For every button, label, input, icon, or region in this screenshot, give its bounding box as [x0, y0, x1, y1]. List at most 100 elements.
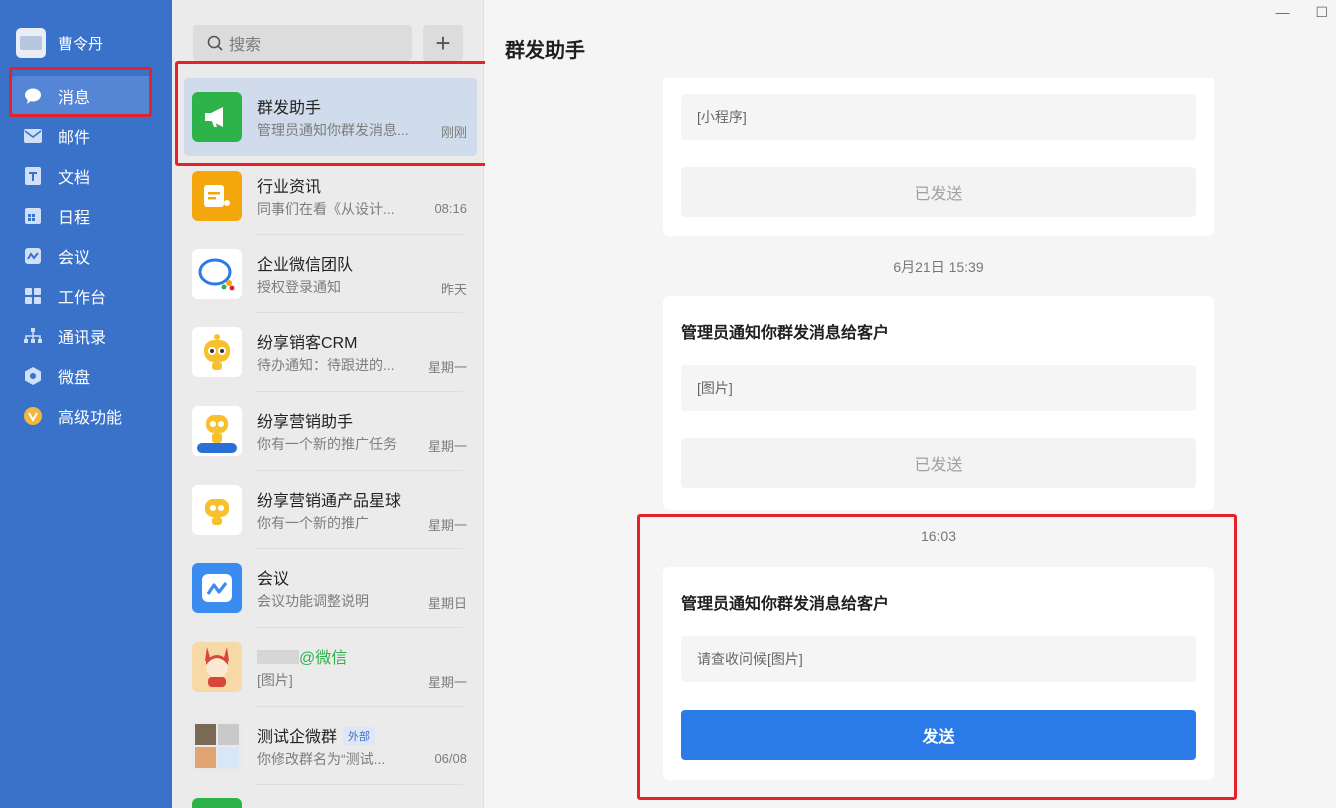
list-item[interactable]: 企业微信团队 授权登录通知 昨天 [184, 235, 477, 313]
sidebar-item-label: 微盘 [58, 370, 91, 387]
conversation-time: 昨天 [440, 282, 467, 297]
sidebar-item-messages[interactable]: 消息 [12, 76, 152, 116]
conversation-name: 群发助手 [257, 100, 322, 117]
sidebar-item-label: 日程 [58, 210, 91, 227]
sent-status: 已发送 [681, 438, 1196, 488]
external-tag: 外部 [343, 727, 376, 745]
conversation-name: 企业微信团队 [257, 257, 354, 274]
timestamp: 6月21日 15:39 [893, 259, 984, 275]
meeting-icon [192, 563, 242, 613]
message-content: [图片] [681, 365, 1196, 411]
conversation-preview: 你修改群名为“测试... [257, 751, 386, 767]
card-title: 管理员通知你群发消息给客户 [681, 325, 890, 342]
conversation-preview: 你有一个新的推广 [257, 515, 369, 531]
list-item[interactable]: 纷享营销助手 你有一个新的推广任务 星期一 [184, 392, 477, 470]
robot-icon [192, 485, 242, 535]
conversation-time: 星期日 [427, 596, 467, 611]
profile-name: 曹令丹 [58, 35, 104, 53]
conversation-time: 星期一 [427, 518, 467, 533]
avatar [192, 642, 242, 692]
sidebar-item-label: 通讯录 [58, 330, 107, 347]
drive-icon [24, 367, 42, 385]
conversation-preview: 管理员通知你群发消息... [257, 122, 409, 138]
conversation-name: 行业资讯 [257, 179, 322, 196]
conversation-time: 刚刚 [440, 125, 467, 140]
conversation-time: 06/08 [434, 751, 467, 766]
conversation-preview: 你有一个新的推广任务 [257, 436, 397, 452]
sidebar-item-label: 高级功能 [58, 410, 123, 427]
message-card: 管理员通知你群发消息给客户 请查收问候[图片] 发送 [663, 567, 1214, 780]
sidebar: 曹令丹 消息 邮件 文档 日程 会议 工作台 通讯录 微盘 高级功能 [0, 0, 172, 808]
sidebar-item-meetings[interactable]: 会议 [12, 236, 152, 276]
conversation-name: 会议 [257, 571, 290, 588]
minimize-icon[interactable]: — [1275, 4, 1289, 21]
chat-bubble-icon [24, 87, 42, 105]
list-item[interactable]: 会议 会议功能调整说明 星期日 [184, 549, 477, 627]
conversation-time: 08:16 [434, 201, 467, 216]
conversation-preview: [图片] [257, 672, 293, 688]
conversation-list: 搜索 + 群发助手 管理员通知你群发消息... 刚刚 行业资讯 同事们在看《从设… [172, 0, 484, 808]
conversation-name: 纷享营销通产品星球 [257, 493, 402, 510]
sidebar-item-label: 邮件 [58, 130, 91, 147]
list-item[interactable]: 行业资讯 同事们在看《从设计... 08:16 [184, 157, 477, 235]
page-title: 群发助手 [505, 40, 585, 62]
sidebar-item-premium[interactable]: 高级功能 [12, 396, 152, 436]
list-item[interactable] [184, 786, 477, 808]
list-item[interactable]: 测试企微群 外部 你修改群名为“测试... 06/08 [184, 707, 477, 785]
conversation-preview: 会议功能调整说明 [257, 593, 369, 609]
search-placeholder: 搜索 [229, 37, 262, 54]
timestamp: 16:03 [920, 528, 957, 544]
conversation-time: 星期一 [427, 675, 467, 690]
robot-icon [192, 327, 242, 377]
conversation-time: 星期一 [427, 360, 467, 375]
org-chart-icon [24, 327, 42, 345]
add-button[interactable]: + [423, 25, 463, 61]
list-item[interactable]: 纷享销客CRM 待办通知：待跟进的... 星期一 [184, 313, 477, 391]
maximize-icon[interactable]: ☐ [1315, 4, 1328, 21]
conversation-name: 纷享销客CRM [257, 335, 358, 352]
list-item[interactable]: 纷享营销通产品星球 你有一个新的推广 星期一 [184, 471, 477, 549]
calendar-icon [24, 207, 42, 225]
avatar [192, 798, 242, 808]
grid-icon [24, 287, 42, 305]
sidebar-item-label: 工作台 [58, 290, 107, 307]
conversation-name: 测试企微群 外部 [257, 723, 376, 747]
sidebar-item-label: 会议 [58, 250, 91, 267]
card-title: 管理员通知你群发消息给客户 [681, 596, 890, 613]
sent-status: 已发送 [681, 167, 1196, 217]
document-icon [24, 167, 42, 185]
robot-icon [192, 406, 242, 456]
avatar[interactable] [16, 28, 46, 58]
message-content: 请查收问候[图片] [681, 636, 1196, 682]
sidebar-item-mail[interactable]: 邮件 [12, 116, 152, 156]
premium-icon [24, 407, 42, 425]
blurred-name [257, 650, 299, 664]
search-icon [207, 35, 223, 51]
conversation-preview: 授权登录通知 [257, 279, 341, 295]
group-avatar [192, 721, 242, 771]
window-controls: — ☐ [1275, 4, 1328, 21]
search-input[interactable]: 搜索 [193, 25, 412, 61]
sidebar-item-drive[interactable]: 微盘 [12, 356, 152, 396]
conversation-name: @微信 [257, 644, 347, 668]
sidebar-item-workbench[interactable]: 工作台 [12, 276, 152, 316]
conversation-name: 纷享营销助手 [257, 414, 354, 431]
sidebar-item-contacts[interactable]: 通讯录 [12, 316, 152, 356]
message-card: 管理员通知你群发消息给客户 [图片] 已发送 [663, 296, 1214, 510]
message-content: [小程序] [681, 94, 1196, 140]
sidebar-item-docs[interactable]: 文档 [12, 156, 152, 196]
sidebar-item-label: 文档 [58, 170, 91, 187]
send-button[interactable]: 发送 [681, 710, 1196, 760]
conversation-preview: 同事们在看《从设计... [257, 201, 395, 217]
message-card: [小程序] 已发送 [663, 78, 1214, 236]
profile[interactable]: 曹令丹 [16, 28, 103, 58]
mail-icon [24, 127, 42, 145]
conversation-preview: 待办通知：待跟进的... [257, 357, 395, 373]
news-icon [192, 171, 242, 221]
sidebar-item-calendar[interactable]: 日程 [12, 196, 152, 236]
list-item[interactable]: 群发助手 管理员通知你群发消息... 刚刚 [184, 78, 477, 156]
chat-panel: 群发助手 — ☐ [小程序] 已发送 6月21日 15:39 管理员通知你群发消… [485, 0, 1336, 808]
list-item[interactable]: @微信 [图片] 星期一 [184, 628, 477, 706]
conversation-time: 星期一 [427, 439, 467, 454]
meeting-icon [24, 247, 42, 265]
